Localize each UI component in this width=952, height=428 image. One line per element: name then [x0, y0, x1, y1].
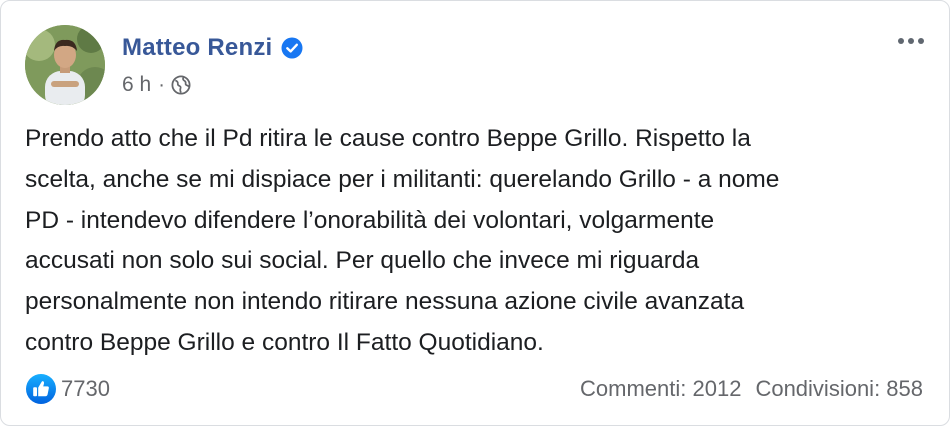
engagement-stats: Commenti: 2012 Condivisioni: 858 — [580, 376, 923, 402]
message-line: Prendo atto che il Pd ritira le cause co… — [25, 125, 751, 152]
message-line: PD - intendevo difendere l’onorabilità d… — [25, 206, 715, 234]
like-reaction-icon — [25, 373, 57, 405]
avatar-photo — [25, 25, 105, 105]
more-options-icon[interactable] — [893, 29, 929, 53]
more-dot — [908, 38, 914, 44]
message-line: scelta, anche se mi dispiace per i milit… — [25, 165, 780, 193]
more-dot — [898, 38, 904, 44]
post-timestamp[interactable]: 6 h — [122, 73, 151, 97]
facebook-post-card: Matteo Renzi 6 h · Prendo atto che il Pd… — [0, 0, 950, 426]
globe-icon[interactable] — [171, 75, 191, 95]
meta-separator: · — [158, 73, 165, 96]
author-row: Matteo Renzi — [122, 31, 303, 65]
more-dot — [918, 38, 924, 44]
author-avatar[interactable] — [25, 25, 105, 105]
comments-count-link[interactable]: Commenti: 2012 — [580, 376, 741, 402]
reactions-summary[interactable]: 7730 — [25, 373, 110, 405]
post-footer: 7730 Commenti: 2012 Condivisioni: 858 — [25, 371, 923, 407]
verified-badge-icon — [281, 37, 303, 59]
shares-count-link[interactable]: Condivisioni: 858 — [755, 376, 923, 402]
author-name-link[interactable]: Matteo Renzi — [122, 34, 272, 62]
message-line: contro Beppe Grillo e contro Il Fatto Qu… — [25, 328, 544, 356]
reaction-count: 7730 — [61, 376, 110, 401]
post-meta: 6 h · — [122, 71, 191, 99]
message-line: personalmente non intendo ritirare nessu… — [25, 288, 745, 316]
post-message: Prendo atto che il Pd ritira le cause co… — [25, 119, 925, 364]
message-line: accusati non solo sui social. Per quello… — [25, 247, 700, 275]
